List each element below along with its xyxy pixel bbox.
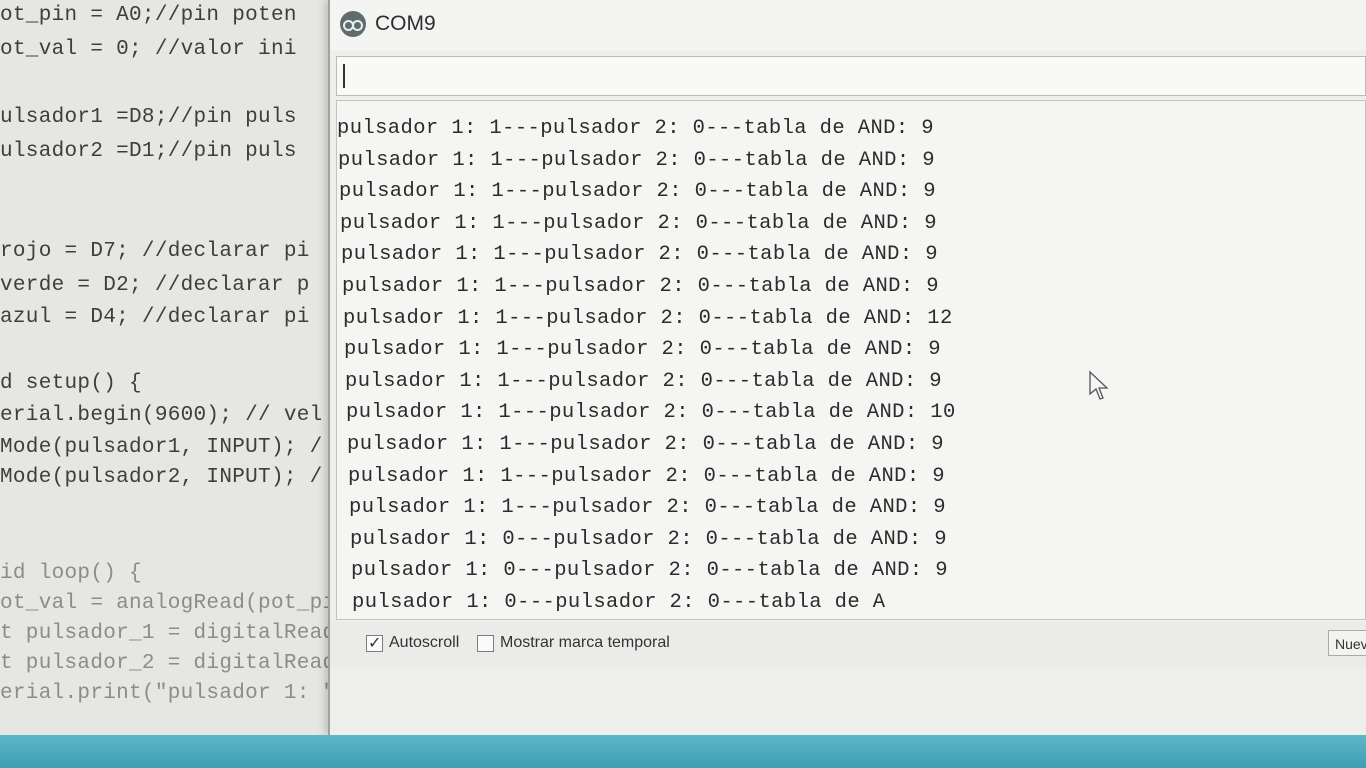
mouse-pointer-icon (1089, 370, 1109, 400)
code-line: ulsador1 =D8;//pin puls (0, 106, 297, 129)
code-line: Mode(pulsador2, INPUT); / (0, 466, 323, 489)
code-line: erial.print("pulsador 1: "); (0, 682, 360, 705)
serial-output-line: pulsador 1: 1---pulsador 2: 0---tabla de… (343, 306, 953, 330)
serial-output-line: pulsador 1: 0---pulsador 2: 0---tabla de… (352, 591, 886, 614)
code-line: ulsador2 =D1;//pin puls (0, 140, 297, 163)
code-line: verde = D2; //declarar p (0, 274, 310, 297)
serial-output-line: pulsador 1: 1---pulsador 2: 0---tabla de… (342, 275, 939, 298)
serial-output-line: pulsador 1: 0---pulsador 2: 0---tabla de… (351, 559, 948, 583)
serial-output-line: pulsador 1: 1---pulsador 2: 0---tabla de… (337, 117, 934, 140)
send-input[interactable] (339, 59, 1363, 95)
serial-output-line: pulsador 1: 1---pulsador 2: 0---tabla de… (345, 369, 942, 393)
text-caret (343, 64, 345, 88)
serial-output-line: pulsador 1: 1---pulsador 2: 0---tabla de… (344, 338, 941, 362)
code-editor[interactable]: ot_pin = A0;//pin poten ot_val = 0; //val… (0, 0, 360, 735)
timestamp-checkbox[interactable] (477, 634, 494, 652)
line-ending-select[interactable]: Nuev (1328, 630, 1366, 656)
serial-output-line: pulsador 1: 1---pulsador 2: 0---tabla de… (346, 401, 956, 425)
code-line: erial.begin(9600); // vel (0, 404, 323, 427)
serial-monitor-window: COM9 pulsador 1: 1---pulsador 2: 0---tab… (328, 0, 1366, 735)
screen: ot_pin = A0;//pin poten ot_val = 0; //val… (0, 0, 1366, 768)
timestamp-label: Mostrar marca temporal (500, 634, 670, 651)
serial-output-line: pulsador 1: 0---pulsador 2: 0---tabla de… (350, 527, 947, 551)
code-line: ot_pin = A0;//pin poten (0, 4, 297, 27)
serial-output-line: pulsador 1: 1---pulsador 2: 0---tabla de… (347, 433, 944, 456)
code-line: ot_val = analogRead(pot_pi (0, 592, 336, 615)
serial-output-line: pulsador 1: 1---pulsador 2: 0---tabla de… (349, 496, 946, 520)
serial-output-line: pulsador 1: 1---pulsador 2: 0---tabla de… (338, 148, 935, 172)
arduino-logo-icon (340, 11, 366, 37)
autoscroll-checkbox[interactable] (366, 633, 383, 653)
send-input-box[interactable] (336, 56, 1366, 96)
code-line: Mode(pulsador1, INPUT); / (0, 436, 323, 459)
serial-output-line: pulsador 1: 1---pulsador 2: 0---tabla de… (339, 180, 936, 204)
code-line: azul = D4; //declarar pi (0, 306, 310, 329)
timestamp-toggle[interactable]: Mostrar marca temporal (477, 634, 670, 652)
code-line: rojo = D7; //declarar pi (0, 240, 310, 263)
title-bar[interactable]: COM9 (330, 0, 1366, 50)
code-line: ot_val = 0; //valor ini (0, 38, 297, 61)
autoscroll-toggle[interactable]: Autoscroll (366, 633, 460, 653)
bottom-toolbar: Autoscroll Mostrar marca temporal Nuev (330, 622, 1366, 667)
taskbar (0, 735, 1366, 768)
code-line: t pulsador_2 = digitalRead (0, 652, 336, 675)
autoscroll-label: Autoscroll (389, 634, 460, 651)
serial-output-line: pulsador 1: 1---pulsador 2: 0---tabla de… (348, 464, 945, 488)
code-line: d setup() { (0, 372, 142, 395)
window-title: COM9 (375, 12, 436, 35)
serial-output-line: pulsador 1: 1---pulsador 2: 0---tabla de… (341, 243, 938, 267)
serial-output-line: pulsador 1: 1---pulsador 2: 0---tabla de… (340, 211, 937, 235)
serial-output[interactable]: pulsador 1: 1---pulsador 2: 0---tabla de… (336, 100, 1366, 620)
code-line: t pulsador_1 = digitalRead (0, 622, 336, 645)
code-line: id loop() { (0, 562, 142, 585)
